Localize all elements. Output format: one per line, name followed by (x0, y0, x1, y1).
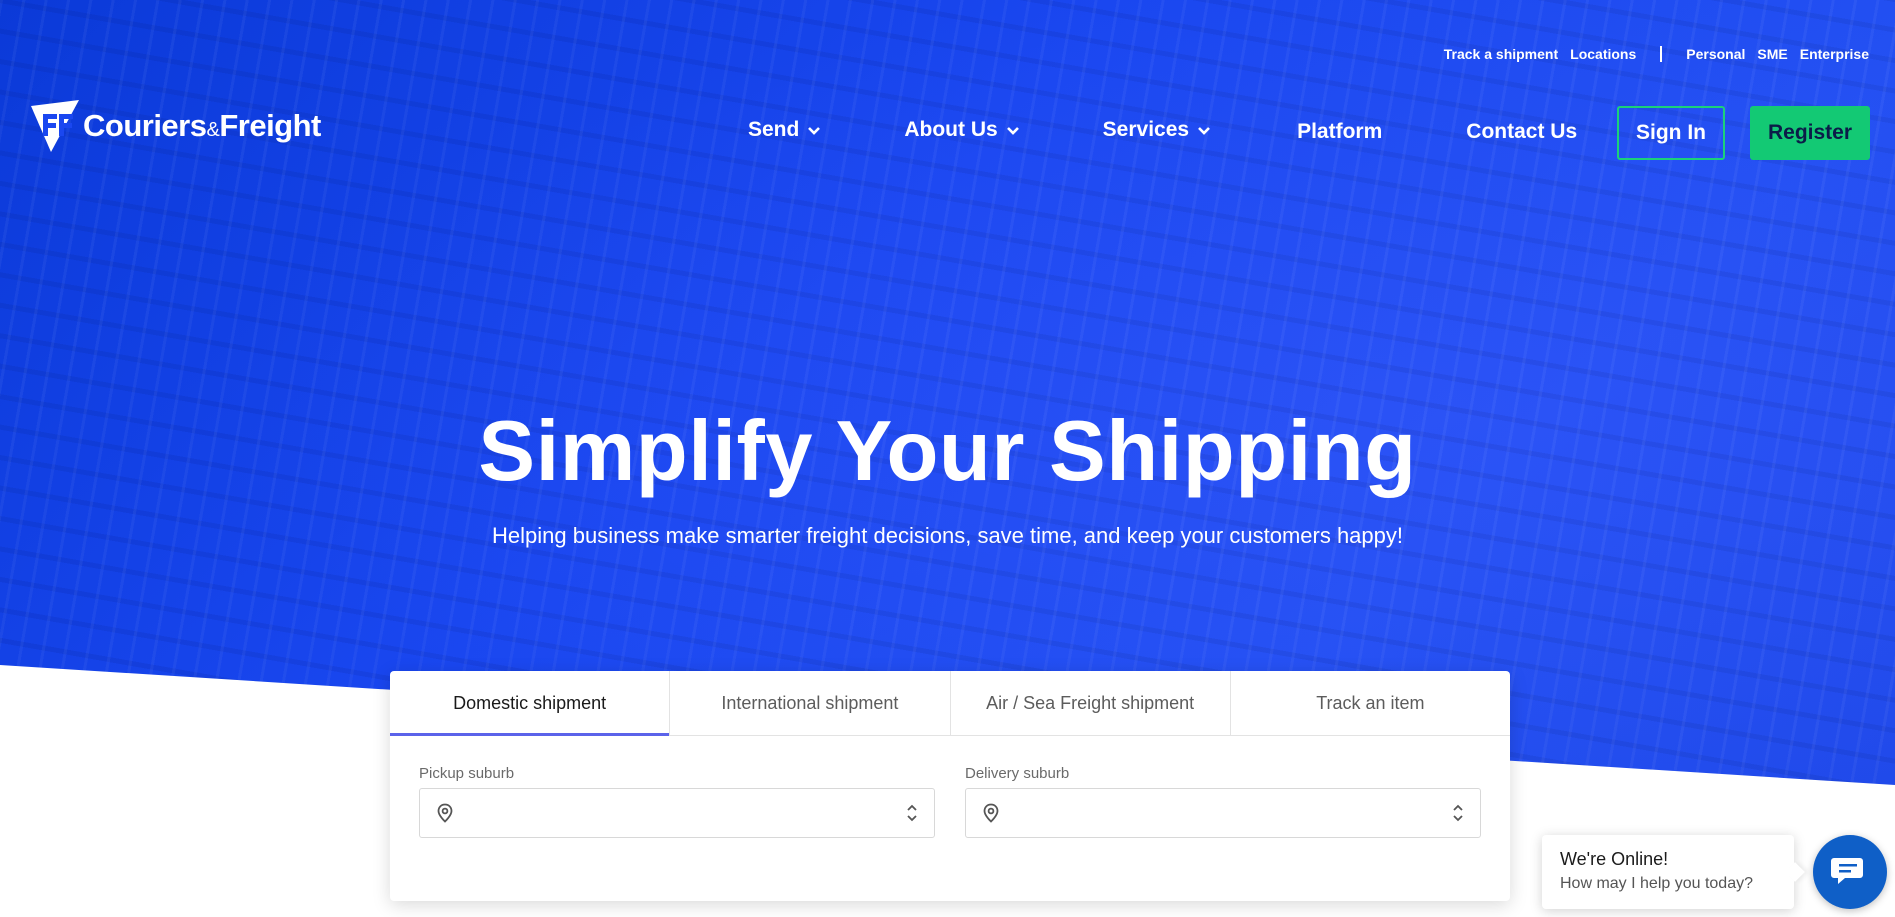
pickup-suburb-select[interactable] (419, 788, 935, 838)
topbar-link-track-shipment[interactable]: Track a shipment (1444, 46, 1558, 62)
brand-logo[interactable]: Couriers&Freight (29, 98, 321, 154)
utility-bar: Track a shipment Locations Personal SME … (1444, 44, 1869, 64)
location-pin-icon (983, 803, 999, 823)
pickup-field-group: Pickup suburb (419, 765, 935, 838)
topbar-segment-personal[interactable]: Personal (1686, 46, 1745, 62)
nav-item-label: Send (748, 118, 800, 141)
tab-domestic-shipment[interactable]: Domestic shipment (390, 671, 671, 736)
brand-name: Couriers&Freight (83, 108, 321, 143)
select-arrows-icon (1453, 804, 1463, 822)
hero-headline: Simplify Your Shipping (478, 404, 1417, 499)
delivery-suburb-select[interactable] (965, 788, 1481, 838)
nav-item-platform[interactable]: Platform (1297, 120, 1382, 144)
suburb-fields: Pickup suburb Delivery suburb (419, 765, 1481, 838)
shipment-quote-card: Domestic shipment International shipment… (390, 671, 1510, 901)
chevron-down-icon (808, 127, 821, 135)
cf-logo-icon (31, 100, 79, 152)
nav-item-label: Platform (1297, 120, 1383, 143)
pickup-suburb-label: Pickup suburb (419, 765, 515, 782)
sign-in-button[interactable]: Sign In (1617, 106, 1725, 160)
nav-item-label: Contact Us (1466, 120, 1578, 143)
chat-icon (1831, 858, 1863, 884)
delivery-suburb-input[interactable] (1010, 793, 1452, 833)
tab-track-an-item[interactable]: Track an item (1231, 671, 1510, 735)
pickup-suburb-input[interactable] (464, 793, 906, 833)
topbar-link-locations[interactable]: Locations (1570, 46, 1636, 62)
topbar-segment-enterprise[interactable]: Enterprise (1800, 46, 1869, 62)
tab-international-shipment[interactable]: International shipment (670, 671, 951, 735)
chat-message: How may I help you today? (1560, 875, 1753, 892)
topbar-segment-sme[interactable]: SME (1757, 46, 1787, 62)
nav-item-label: Services (1102, 118, 1190, 141)
delivery-field-group: Delivery suburb (965, 765, 1481, 838)
hero-subline: Helping business make smarter freight de… (492, 523, 1403, 548)
chat-title: We're Online! (1560, 849, 1669, 869)
chat-launcher-button[interactable] (1813, 835, 1887, 909)
chevron-down-icon (1198, 127, 1211, 135)
delivery-suburb-label: Delivery suburb (965, 765, 1070, 782)
nav-item-contact-us[interactable]: Contact Us (1466, 120, 1577, 144)
select-arrows-icon (907, 804, 917, 822)
nav-item-send[interactable]: Send (748, 118, 821, 142)
chevron-down-icon (1006, 127, 1019, 135)
topbar-divider (1660, 46, 1663, 62)
register-button[interactable]: Register (1750, 106, 1870, 160)
shipment-tabs: Domestic shipment International shipment… (390, 671, 1510, 736)
nav-item-about-us[interactable]: About Us (904, 118, 1019, 142)
location-pin-icon (437, 803, 453, 823)
chat-greeting-bubble[interactable]: We're Online! How may I help you today? (1542, 835, 1794, 909)
main-navigation: Send About Us Services Platform Contact … (748, 116, 1577, 144)
nav-item-label: About Us (904, 118, 998, 141)
nav-item-services[interactable]: Services (1103, 118, 1211, 142)
tab-air-sea-freight-shipment[interactable]: Air / Sea Freight shipment (951, 671, 1231, 735)
